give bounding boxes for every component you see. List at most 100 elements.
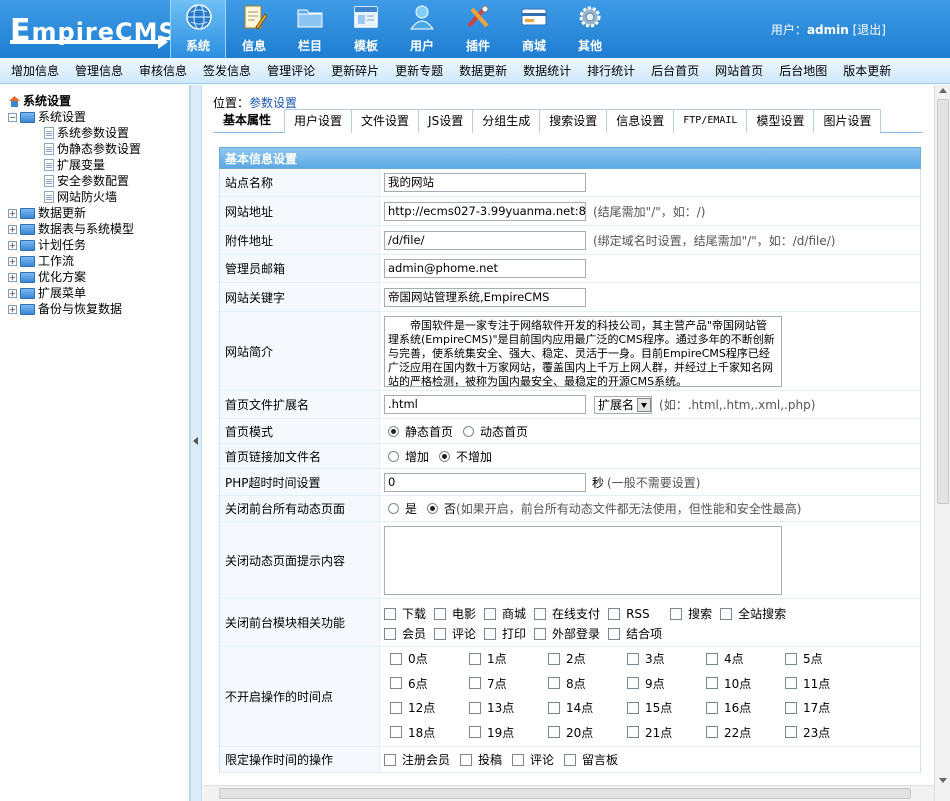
menu-item[interactable]: 更新碎片 xyxy=(331,62,379,79)
module-checkbox[interactable]: 会员 xyxy=(384,623,426,645)
checkbox[interactable] xyxy=(469,677,481,689)
expand-icon[interactable]: + xyxy=(8,288,17,298)
checkbox[interactable] xyxy=(627,701,639,714)
checkbox[interactable] xyxy=(785,726,797,738)
tree-group[interactable]: + 扩展菜单 xyxy=(8,285,141,301)
tab-7[interactable]: FTP/EMAIL xyxy=(673,109,748,133)
checkbox[interactable] xyxy=(512,753,525,766)
site-url-input[interactable]: http://ecms027-3.99yuanma.net:8888 xyxy=(384,201,586,221)
menu-item[interactable]: 数据统计 xyxy=(523,62,571,79)
hour-checkbox[interactable]: 17点 xyxy=(785,697,864,719)
radio-dynamic-index[interactable] xyxy=(463,425,475,437)
hour-checkbox[interactable]: 10点 xyxy=(706,672,785,694)
tree-item[interactable]: 网站防火墙 xyxy=(8,189,141,205)
menu-item[interactable]: 后台首页 xyxy=(651,62,699,79)
checkbox[interactable] xyxy=(384,627,396,640)
index-ext-input[interactable]: .html xyxy=(384,395,586,414)
collapse-icon[interactable]: − xyxy=(8,112,17,122)
tree-group-system[interactable]: − 系统设置 xyxy=(8,109,141,125)
tree-root[interactable]: 系统设置 xyxy=(8,93,141,109)
hour-checkbox[interactable]: 14点 xyxy=(548,697,627,719)
tab-9[interactable]: 图片设置 xyxy=(813,109,882,133)
limit-op-checkbox[interactable]: 留言板 xyxy=(564,749,618,771)
hour-checkbox[interactable]: 22点 xyxy=(706,721,785,743)
hour-checkbox[interactable]: 19点 xyxy=(469,721,548,743)
radio-static-index[interactable] xyxy=(388,425,399,437)
logout-link[interactable]: [退出] xyxy=(853,23,886,37)
module-checkbox[interactable]: 外部登录 xyxy=(534,623,600,645)
checkbox[interactable] xyxy=(390,701,402,714)
checkbox[interactable] xyxy=(564,753,577,766)
hour-checkbox[interactable]: 6点 xyxy=(390,672,469,694)
limit-op-checkbox[interactable]: 评论 xyxy=(512,749,554,771)
topnav-3[interactable]: 模板 xyxy=(338,0,394,58)
expand-icon[interactable]: + xyxy=(8,304,17,314)
checkbox[interactable] xyxy=(384,607,396,620)
checkbox[interactable] xyxy=(785,652,797,665)
module-checkbox[interactable]: 商城 xyxy=(484,603,526,625)
admin-email-input[interactable]: admin@phome.net xyxy=(384,259,586,278)
menu-item[interactable]: 管理评论 xyxy=(267,62,315,79)
tree-group[interactable]: + 数据更新 xyxy=(8,205,141,221)
hour-checkbox[interactable]: 20点 xyxy=(548,721,627,743)
module-checkbox[interactable]: 结合项 xyxy=(608,623,662,645)
tree-group[interactable]: + 数据表与系统模型 xyxy=(8,221,141,237)
checkbox[interactable] xyxy=(534,607,547,620)
menu-item[interactable]: 排行统计 xyxy=(587,62,635,79)
menu-item[interactable]: 增加信息 xyxy=(11,62,59,79)
horizontal-scrollbar[interactable] xyxy=(203,785,934,801)
hour-checkbox[interactable]: 18点 xyxy=(390,721,469,743)
checkbox[interactable] xyxy=(706,677,718,689)
topnav-0[interactable]: 系统 xyxy=(170,0,226,58)
checkbox[interactable] xyxy=(469,652,481,665)
checkbox[interactable] xyxy=(706,701,718,714)
checkbox[interactable] xyxy=(548,701,560,714)
tree-item[interactable]: 安全参数配置 xyxy=(8,173,141,189)
checkbox[interactable] xyxy=(484,607,497,620)
checkbox[interactable] xyxy=(670,607,683,620)
hour-checkbox[interactable]: 15点 xyxy=(627,697,706,719)
menu-item[interactable]: 数据更新 xyxy=(459,62,507,79)
breadcrumb-link[interactable]: 参数设置 xyxy=(249,96,297,110)
checkbox[interactable] xyxy=(785,677,797,689)
php-timeout-input[interactable]: 0 xyxy=(384,472,586,492)
hscroll-thumb[interactable] xyxy=(219,788,911,799)
checkbox[interactable] xyxy=(785,701,797,714)
hour-checkbox[interactable]: 8点 xyxy=(548,672,627,694)
tree-group[interactable]: + 工作流 xyxy=(8,253,141,269)
module-checkbox[interactable]: 下载 xyxy=(384,603,426,625)
checkbox[interactable] xyxy=(390,652,402,665)
checkbox[interactable] xyxy=(484,627,497,640)
hour-checkbox[interactable]: 23点 xyxy=(785,721,864,743)
checkbox[interactable] xyxy=(627,652,639,665)
intro-textarea[interactable]: 帝国软件是一家专注于网络软件开发的科技公司，其主营产品"帝国网站管理系统(Emp… xyxy=(384,315,782,387)
checkbox[interactable] xyxy=(720,607,733,620)
radio-add-filename[interactable] xyxy=(388,450,399,462)
scroll-up-icon[interactable] xyxy=(939,88,947,93)
hour-checkbox[interactable]: 9点 xyxy=(627,672,706,694)
module-checkbox[interactable]: 评论 xyxy=(434,623,476,645)
hour-checkbox[interactable]: 16点 xyxy=(706,697,785,719)
tree-group[interactable]: + 优化方案 xyxy=(8,269,141,285)
module-checkbox[interactable]: 打印 xyxy=(484,623,526,645)
checkbox[interactable] xyxy=(469,701,481,714)
expand-icon[interactable]: + xyxy=(8,224,17,234)
checkbox[interactable] xyxy=(460,753,473,766)
module-checkbox[interactable]: RSS xyxy=(608,603,662,625)
hour-checkbox[interactable]: 4点 xyxy=(706,648,785,670)
menu-item[interactable]: 版本更新 xyxy=(843,62,891,79)
expand-icon[interactable]: + xyxy=(8,240,17,250)
attach-url-input[interactable]: /d/file/ xyxy=(384,230,586,250)
site-name-input[interactable]: 我的网站 xyxy=(384,173,586,192)
hour-checkbox[interactable]: 7点 xyxy=(469,672,548,694)
checkbox[interactable] xyxy=(706,726,718,738)
tree-group[interactable]: + 计划任务 xyxy=(8,237,141,253)
hour-checkbox[interactable]: 11点 xyxy=(785,672,864,694)
checkbox[interactable] xyxy=(706,652,718,665)
checkbox[interactable] xyxy=(384,753,396,766)
topnav-1[interactable]: 信息 xyxy=(226,0,282,58)
radio-no-filename[interactable] xyxy=(439,450,451,462)
module-checkbox[interactable]: 全站搜索 xyxy=(720,603,786,625)
checkbox[interactable] xyxy=(390,677,402,689)
topnav-7[interactable]: 其他 xyxy=(562,0,618,58)
